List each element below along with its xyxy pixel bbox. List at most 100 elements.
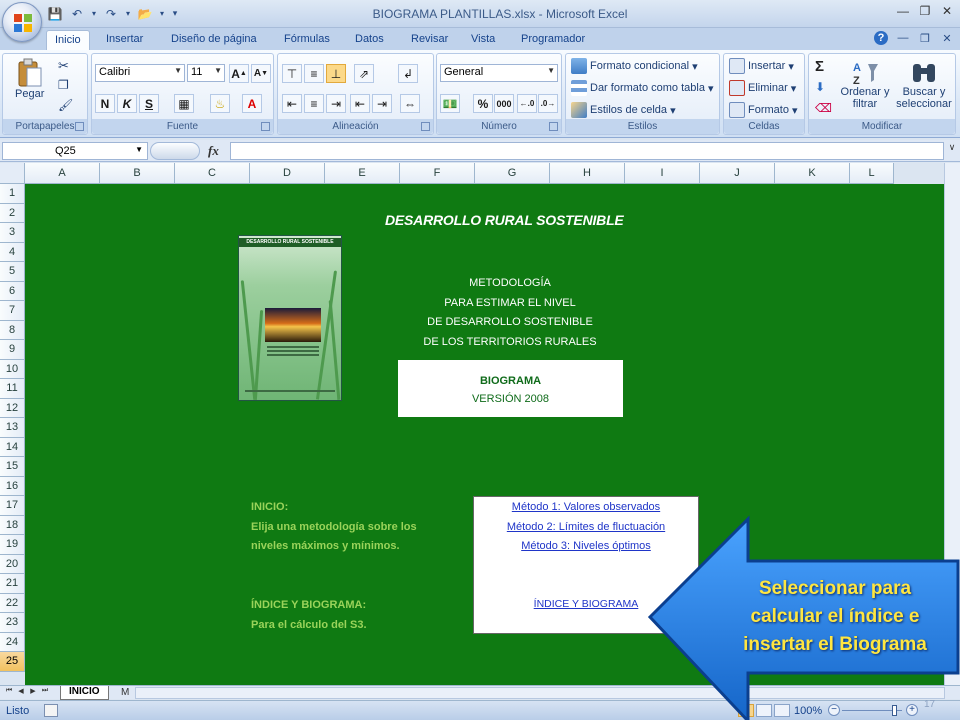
next-sheet-icon[interactable]: ▶ — [28, 687, 38, 698]
row-header[interactable]: 12 — [0, 398, 25, 418]
row-header[interactable]: 25 — [0, 652, 25, 672]
column-header[interactable]: J — [700, 163, 775, 184]
copy-icon[interactable]: ❐ — [58, 78, 69, 92]
merge-center-icon[interactable]: ⇔ — [400, 94, 420, 113]
row-header[interactable]: 6 — [0, 281, 25, 301]
orientation-icon[interactable]: ⇗ — [354, 64, 374, 83]
borders-icon[interactable]: ▦ — [174, 94, 194, 113]
wrap-text-icon[interactable]: ↲ — [398, 64, 418, 83]
row-header[interactable]: 17 — [0, 496, 25, 516]
grow-font-icon[interactable]: A ▲ — [229, 64, 249, 83]
row-header[interactable]: 4 — [0, 242, 25, 262]
font-name-combo[interactable]: Calibri ▼ — [95, 64, 185, 82]
alineacion-launcher-icon[interactable] — [421, 122, 430, 131]
insert-cells-button[interactable]: Insertar ▾ — [729, 58, 794, 74]
column-header[interactable]: I — [625, 163, 700, 184]
row-header[interactable]: 7 — [0, 301, 25, 321]
workbook-restore-icon[interactable]: ❐ — [918, 31, 932, 45]
decrease-decimal-icon[interactable]: .0→ — [538, 94, 558, 113]
row-header[interactable]: 10 — [0, 359, 25, 379]
fill-icon[interactable]: ⬇ — [815, 80, 825, 94]
tab-insertar[interactable]: Insertar — [98, 30, 151, 50]
cell-styles-button[interactable]: Estilos de celda ▾ — [571, 102, 676, 118]
column-header[interactable]: H — [550, 163, 625, 184]
row-header[interactable]: 15 — [0, 457, 25, 477]
column-header[interactable]: A — [25, 163, 100, 184]
column-header[interactable]: B — [100, 163, 175, 184]
row-header[interactable]: 11 — [0, 379, 25, 399]
row-header[interactable]: 22 — [0, 593, 25, 613]
tab-datos[interactable]: Datos — [347, 30, 392, 50]
workbook-minimize-icon[interactable]: — — [896, 31, 910, 45]
format-table-button[interactable]: Dar formato como tabla ▾ — [571, 80, 714, 96]
tab-vista[interactable]: Vista — [463, 30, 503, 50]
column-header[interactable]: F — [400, 163, 475, 184]
percent-button[interactable]: % — [473, 94, 493, 113]
row-header[interactable]: 9 — [0, 340, 25, 360]
formula-input[interactable] — [230, 142, 944, 160]
close-icon[interactable]: ✕ — [940, 4, 954, 18]
align-bottom-icon[interactable]: ⊥ — [326, 64, 346, 83]
thousands-button[interactable]: 000 — [494, 94, 514, 113]
align-right-icon[interactable]: ⇥ — [326, 94, 346, 113]
last-sheet-icon[interactable]: ⏭ — [40, 687, 50, 698]
row-header[interactable]: 24 — [0, 632, 25, 652]
find-select-button[interactable]: Buscar y seleccionar — [895, 58, 953, 110]
sort-filter-button[interactable]: AZ Ordenar y filtrar — [839, 58, 891, 110]
align-center-icon[interactable]: ≡ — [304, 94, 324, 113]
workbook-close-icon[interactable]: ✕ — [940, 31, 954, 45]
conditional-format-button[interactable]: Formato condicional ▾ — [571, 58, 698, 74]
fuente-launcher-icon[interactable] — [261, 122, 270, 131]
name-box[interactable]: Q25 ▼ — [2, 142, 148, 160]
cut-icon[interactable]: ✂ — [58, 58, 69, 74]
increase-decimal-icon[interactable]: ←.0 — [517, 94, 537, 113]
first-sheet-icon[interactable]: ⏮ — [4, 687, 14, 698]
autosum-icon[interactable]: Σ — [815, 58, 824, 75]
row-header[interactable]: 21 — [0, 574, 25, 594]
tab-diseno[interactable]: Diseño de página — [163, 30, 265, 50]
align-left-icon[interactable]: ⇤ — [282, 94, 302, 113]
paste-button[interactable]: Pegar — [15, 58, 44, 100]
row-header[interactable]: 18 — [0, 515, 25, 535]
row-header[interactable]: 1 — [0, 184, 25, 204]
shrink-font-icon[interactable]: A ▼ — [251, 64, 271, 83]
align-top-icon[interactable]: ⊤ — [282, 64, 302, 83]
font-size-combo[interactable]: 11 ▼ — [187, 64, 225, 82]
column-header[interactable]: L — [850, 163, 894, 184]
italic-button[interactable]: K — [117, 94, 137, 113]
currency-icon[interactable]: 💵 — [440, 94, 460, 113]
column-header[interactable]: E — [325, 163, 400, 184]
decrease-indent-icon[interactable]: ⇤ — [350, 94, 370, 113]
tab-programador[interactable]: Programador — [513, 30, 593, 50]
macro-record-icon[interactable] — [44, 704, 58, 717]
sheet-tab-inicio[interactable]: INICIO — [60, 686, 109, 700]
number-format-combo[interactable]: General ▼ — [440, 64, 558, 82]
portapapeles-launcher-icon[interactable] — [75, 122, 84, 131]
expand-formula-bar-icon[interactable]: ∨ — [946, 142, 958, 160]
row-header[interactable]: 8 — [0, 320, 25, 340]
row-header[interactable]: 23 — [0, 613, 25, 633]
row-header[interactable]: 3 — [0, 223, 25, 243]
formula-splitter-handle[interactable] — [150, 142, 200, 160]
number-format-dropdown-icon[interactable]: ▼ — [547, 66, 555, 75]
row-header[interactable]: 5 — [0, 262, 25, 282]
font-color-icon[interactable]: A — [242, 94, 262, 113]
prev-sheet-icon[interactable]: ◀ — [16, 687, 26, 698]
column-header[interactable]: K — [775, 163, 850, 184]
increase-indent-icon[interactable]: ⇥ — [372, 94, 392, 113]
fill-color-icon[interactable]: ♨ — [210, 94, 230, 113]
select-all-corner[interactable] — [0, 163, 25, 184]
tab-revisar[interactable]: Revisar — [403, 30, 456, 50]
tab-formulas[interactable]: Fórmulas — [276, 30, 338, 50]
column-header[interactable]: C — [175, 163, 250, 184]
help-icon[interactable]: ? — [874, 31, 888, 45]
insert-function-icon[interactable]: fx — [208, 143, 219, 159]
row-header[interactable]: 16 — [0, 476, 25, 496]
row-header[interactable]: 2 — [0, 203, 25, 223]
tab-inicio[interactable]: Inicio — [46, 30, 90, 50]
sheet-tab-next[interactable]: M — [118, 686, 132, 700]
clear-icon[interactable]: ⌫ — [815, 101, 832, 115]
font-name-dropdown-icon[interactable]: ▼ — [174, 66, 182, 75]
column-header[interactable]: D — [250, 163, 325, 184]
minimize-icon[interactable]: — — [896, 4, 910, 18]
